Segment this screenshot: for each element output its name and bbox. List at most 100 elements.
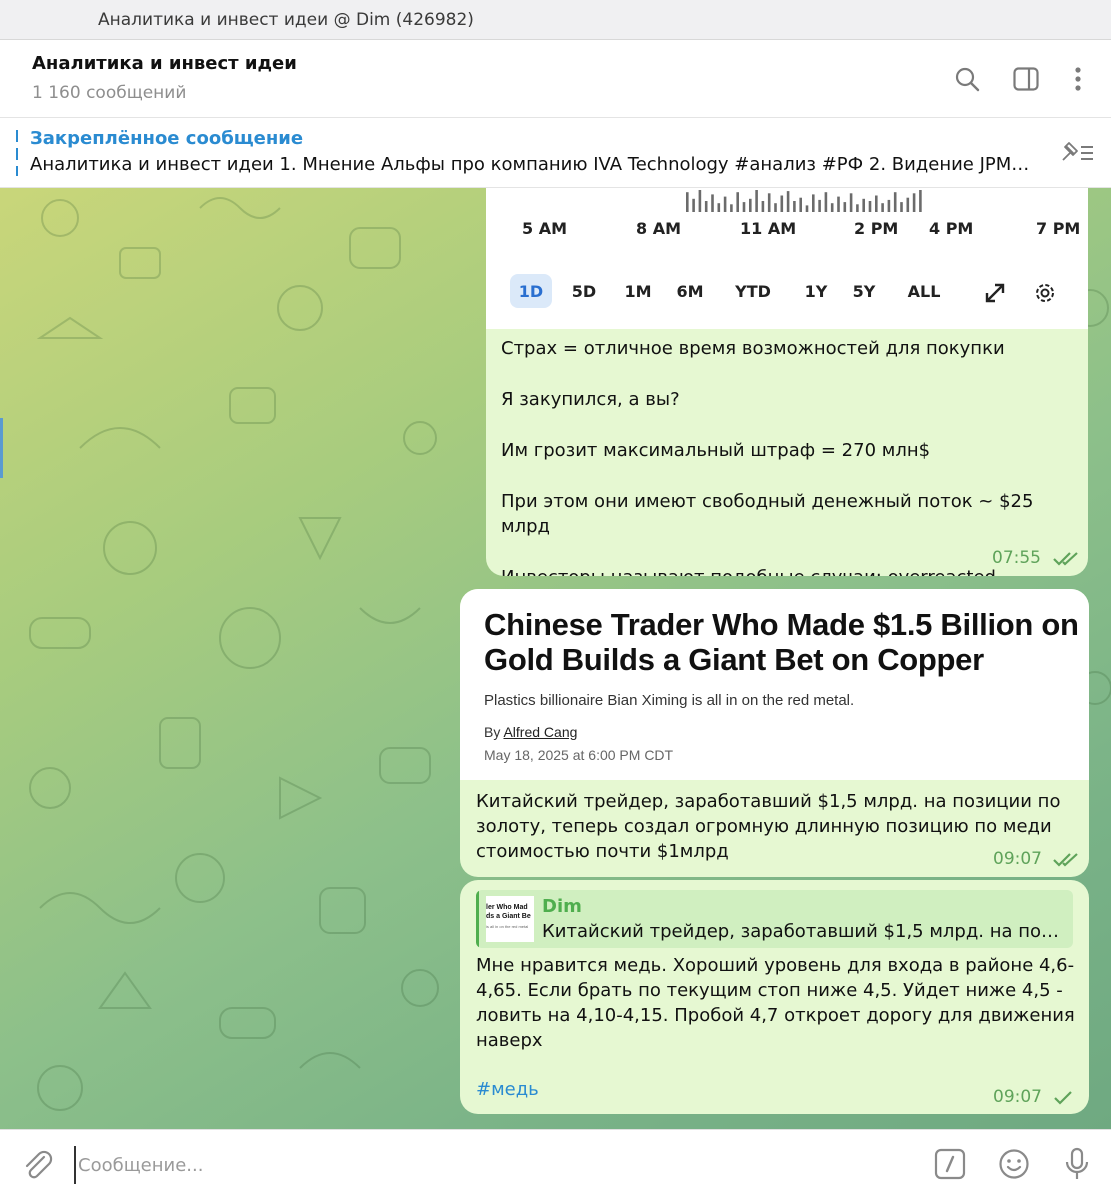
message-time: 07:55	[992, 548, 1041, 568]
volume-bar	[723, 196, 727, 212]
reply-preview[interactable]: ler Who Mad ds a Giant Be is all in on t…	[476, 890, 1073, 948]
search-icon[interactable]	[952, 64, 982, 94]
range-button-1m[interactable]: 1M	[614, 274, 662, 308]
volume-bar	[692, 198, 695, 212]
pinned-text: Аналитика и инвест идеи 1. Мнение Альфы …	[30, 154, 1030, 175]
volume-bar	[912, 193, 916, 212]
pinned-label: Закреплённое сообщение	[30, 128, 304, 149]
volume-bar	[843, 202, 847, 212]
microphone-icon[interactable]	[1059, 1146, 1095, 1182]
volume-bar	[799, 197, 802, 212]
message-input[interactable]	[74, 1146, 894, 1184]
range-button-all[interactable]: ALL	[896, 274, 952, 308]
volume-bars	[686, 190, 922, 212]
volume-bar	[736, 192, 739, 212]
volume-bar	[830, 203, 834, 212]
volume-bar	[793, 201, 796, 212]
range-button-1y[interactable]: 1Y	[794, 274, 838, 308]
volume-bar	[900, 202, 903, 212]
message-text: Китайский трейдер, заработавший $1,5 млр…	[476, 791, 1061, 862]
pinned-indicator	[16, 130, 18, 176]
volume-bar	[906, 197, 910, 212]
volume-bar	[837, 196, 840, 212]
volume-bar	[761, 201, 765, 212]
volume-bar	[818, 199, 821, 212]
message-bubble[interactable]: Chinese Trader Who Made $1.5 Billion on …	[460, 589, 1089, 877]
message-text: Страх = отличное время возможностей для …	[501, 336, 1081, 576]
window-titlebar: Аналитика и инвест идеи @ Dim (426982)	[0, 0, 1111, 40]
expand-icon[interactable]	[980, 278, 1010, 308]
volume-bar	[730, 204, 733, 212]
message-line: При этом они имеют свободный денежный по…	[501, 491, 1034, 537]
pinned-message[interactable]: Закреплённое сообщение Аналитика и инвес…	[0, 118, 1111, 188]
byline-prefix: By	[484, 724, 501, 740]
volume-bar	[698, 190, 702, 212]
message-bubble[interactable]: 5 AM 8 AM 11 AM 2 PM 4 PM 7 PM 1D 5D 1M 6M YTD 1Y 5…	[486, 188, 1088, 576]
message-time: 09:07	[993, 849, 1042, 869]
chat-header: Аналитика и инвест идеи 1 160 сообщений	[0, 40, 1111, 118]
volume-bar	[812, 194, 815, 212]
volume-bar	[824, 192, 828, 212]
volume-bar	[780, 195, 784, 212]
chart-preview[interactable]: 5 AM 8 AM 11 AM 2 PM 4 PM 7 PM 1D 5D 1M 6M YTD 1Y 5…	[486, 188, 1088, 329]
volume-bar	[686, 192, 689, 212]
sidebar-toggle-icon[interactable]	[1011, 64, 1041, 94]
volume-bar	[805, 205, 809, 212]
volume-bar	[749, 198, 752, 212]
volume-bar	[919, 190, 922, 212]
message-text: Мне нравится медь. Хороший уровень для в…	[476, 955, 1075, 1051]
reply-text: Китайский трейдер, заработавший $1,5 млр…	[542, 921, 1062, 942]
article-subtitle: Plastics billionaire Bian Ximing is all …	[484, 692, 855, 709]
emoji-icon[interactable]	[996, 1146, 1032, 1182]
article-date: May 18, 2025 at 6:00 PM CDT	[484, 747, 674, 763]
time-tick-label: 5 AM	[522, 219, 568, 238]
volume-bar	[868, 201, 872, 212]
volume-bar	[742, 202, 746, 212]
double-check-icon	[1053, 853, 1078, 867]
thumb-line: is all in on the red metal	[486, 924, 529, 929]
window-title: Аналитика и инвест идеи @ Dim (426982)	[98, 10, 474, 30]
article-author[interactable]: Alfred Cang	[503, 724, 577, 740]
reply-indicator	[476, 890, 479, 948]
thumb-line: ler Who Mad	[486, 904, 528, 911]
volume-bar	[881, 203, 884, 212]
range-button-1d[interactable]: 1D	[510, 274, 552, 308]
time-tick-label: 7 PM	[1036, 219, 1081, 238]
volume-bar	[856, 204, 859, 212]
article-title: Chinese Trader Who Made $1.5 Billion on …	[484, 607, 1079, 677]
double-check-icon	[1053, 552, 1078, 566]
volume-bar	[875, 195, 878, 212]
range-button-5d[interactable]: 5D	[562, 274, 606, 308]
volume-bar	[704, 201, 708, 212]
commands-icon[interactable]	[932, 1146, 968, 1182]
message-line: Им грозит максимальный штраф = 270 млн$	[501, 440, 931, 461]
more-vertical-icon[interactable]	[1063, 64, 1093, 94]
range-button-6m[interactable]: 6M	[666, 274, 714, 308]
volume-bar	[711, 194, 714, 212]
article-preview[interactable]: Chinese Trader Who Made $1.5 Billion on …	[460, 589, 1089, 780]
settings-gear-icon[interactable]	[1030, 278, 1060, 308]
message-bubble[interactable]: ler Who Mad ds a Giant Be is all in on t…	[460, 880, 1089, 1114]
chat-title[interactable]: Аналитика и инвест идеи	[32, 53, 297, 74]
message-line: Я закупился, а вы?	[501, 389, 680, 410]
range-button-5y[interactable]: 5Y	[842, 274, 886, 308]
reply-author: Dim	[542, 896, 582, 917]
volume-bar	[755, 190, 758, 212]
volume-bar	[862, 198, 865, 212]
volume-bar	[849, 193, 853, 212]
article-byline: By Alfred Cang	[484, 724, 577, 740]
volume-bar	[767, 193, 771, 212]
message-time: 09:07	[993, 1087, 1042, 1107]
attach-icon[interactable]	[20, 1148, 56, 1184]
left-edge-indicator	[0, 418, 3, 478]
range-button-ytd[interactable]: YTD	[724, 274, 782, 308]
volume-bar	[717, 203, 721, 212]
time-tick-label: 8 AM	[636, 219, 682, 238]
message-line: Страх = отличное время возможностей для …	[501, 338, 1005, 359]
time-tick-label: 4 PM	[929, 219, 974, 238]
time-tick-label: 11 AM	[740, 219, 797, 238]
volume-bar	[786, 191, 790, 212]
pinned-list-icon[interactable]	[1057, 138, 1097, 168]
thumb-line: ds a Giant Be	[486, 913, 531, 920]
hashtag-link[interactable]: #медь	[476, 1079, 539, 1100]
